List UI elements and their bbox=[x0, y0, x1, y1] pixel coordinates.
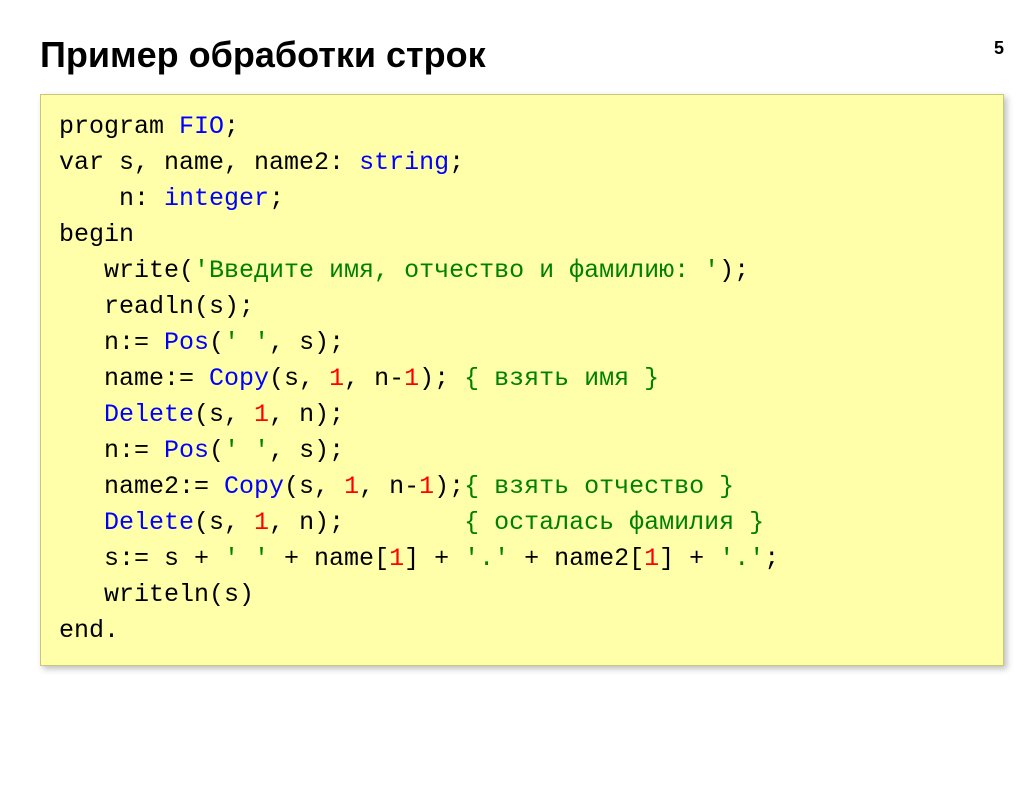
code-keyword: string bbox=[359, 148, 449, 177]
code-keyword: Delete bbox=[104, 400, 194, 429]
code-comment: { взять имя } bbox=[464, 364, 659, 393]
code-text: , s); bbox=[269, 436, 344, 465]
code-text: ( bbox=[209, 328, 224, 357]
code-text: program bbox=[59, 112, 179, 141]
code-text: ; bbox=[764, 544, 779, 573]
code-text: n:= bbox=[59, 328, 164, 357]
code-text: write( bbox=[59, 256, 194, 285]
code-text: ); bbox=[719, 256, 749, 285]
code-keyword: Pos bbox=[164, 436, 209, 465]
code-text: ; bbox=[449, 148, 464, 177]
code-number: 1 bbox=[389, 544, 404, 573]
code-number: 1 bbox=[404, 364, 419, 393]
code-number: 1 bbox=[644, 544, 659, 573]
code-keyword: integer bbox=[164, 184, 269, 213]
code-number: 1 bbox=[329, 364, 344, 393]
code-keyword: Delete bbox=[104, 508, 194, 537]
code-text: begin bbox=[59, 220, 134, 249]
code-keyword: Copy bbox=[224, 472, 284, 501]
code-text: , n); bbox=[269, 508, 464, 537]
code-text: name2:= bbox=[59, 472, 224, 501]
code-keyword: Copy bbox=[209, 364, 269, 393]
code-text: end. bbox=[59, 616, 119, 645]
code-block: program FIO; var s, name, name2: string;… bbox=[40, 94, 1004, 666]
code-text: ; bbox=[269, 184, 284, 213]
code-text: , n- bbox=[344, 364, 404, 393]
code-text: , n- bbox=[359, 472, 419, 501]
code-string: ' ' bbox=[224, 328, 269, 357]
code-text: , s); bbox=[269, 328, 344, 357]
code-comment: { взять отчество } bbox=[464, 472, 734, 501]
code-text: + name2[ bbox=[509, 544, 644, 573]
code-text: var s, name, name2: bbox=[59, 148, 359, 177]
code-text: ] + bbox=[659, 544, 719, 573]
page-number: 5 bbox=[994, 38, 1004, 59]
code-text: , n); bbox=[269, 400, 344, 429]
code-text: (s, bbox=[194, 508, 254, 537]
code-keyword: Pos bbox=[164, 328, 209, 357]
code-text: n:= bbox=[59, 436, 164, 465]
code-keyword: FIO bbox=[179, 112, 224, 141]
code-string: '.' bbox=[464, 544, 509, 573]
code-text: ( bbox=[209, 436, 224, 465]
code-text bbox=[59, 400, 104, 429]
code-text: writeln(s) bbox=[59, 580, 254, 609]
code-number: 1 bbox=[419, 472, 434, 501]
code-text: (s, bbox=[269, 364, 329, 393]
code-string: ' ' bbox=[224, 544, 269, 573]
code-text: + name[ bbox=[269, 544, 389, 573]
code-text: name:= bbox=[59, 364, 209, 393]
code-text: readln(s); bbox=[59, 292, 254, 321]
code-string: 'Введите имя, отчество и фамилию: ' bbox=[194, 256, 719, 285]
code-text: s:= s + bbox=[59, 544, 224, 573]
code-text: ] + bbox=[404, 544, 464, 573]
code-text: ); bbox=[419, 364, 464, 393]
code-text bbox=[59, 508, 104, 537]
code-text: ); bbox=[434, 472, 464, 501]
code-comment: { осталась фамилия } bbox=[464, 508, 764, 537]
code-text: (s, bbox=[194, 400, 254, 429]
code-text: ; bbox=[224, 112, 239, 141]
code-text: (s, bbox=[284, 472, 344, 501]
slide-title: Пример обработки строк bbox=[40, 34, 1024, 76]
code-string: '.' bbox=[719, 544, 764, 573]
code-string: ' ' bbox=[224, 436, 269, 465]
code-number: 1 bbox=[254, 400, 269, 429]
code-text: n: bbox=[59, 184, 164, 213]
code-number: 1 bbox=[254, 508, 269, 537]
code-number: 1 bbox=[344, 472, 359, 501]
